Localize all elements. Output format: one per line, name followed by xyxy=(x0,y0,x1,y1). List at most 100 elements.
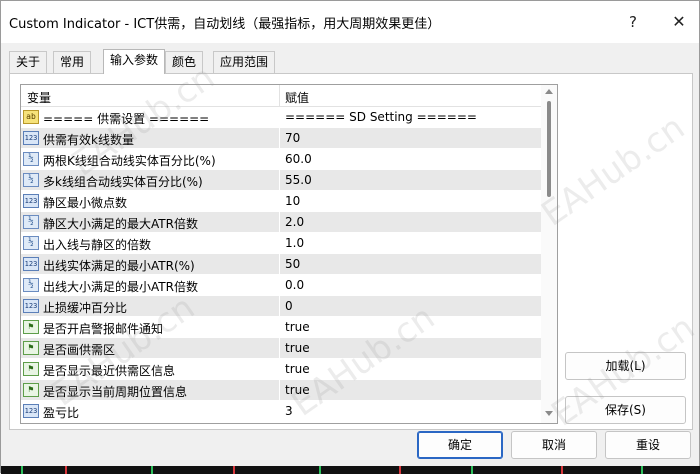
integer-type-icon: 123 xyxy=(23,194,39,208)
row-divider xyxy=(279,275,280,296)
column-divider[interactable] xyxy=(279,85,280,107)
parameters-grid: 变量 赋值 ab ===== 供需设置 ====== ====== SD Setti… xyxy=(20,84,558,424)
parameter-row[interactable]: ½ 出线大小满足的最小ATR倍数 0.0 xyxy=(21,275,541,296)
double-type-icon: ½ xyxy=(23,173,39,187)
parameter-name: 止损缓冲百分比 xyxy=(43,301,128,315)
parameter-name: 供需有效k线数量 xyxy=(43,133,134,147)
parameter-name: 是否开启警报邮件通知 xyxy=(43,322,164,336)
parameter-value[interactable]: 55.0 xyxy=(285,173,312,187)
parameter-name: 多k线组合动线实体百分比(%) xyxy=(43,175,203,189)
row-divider xyxy=(279,149,280,170)
double-type-icon: ½ xyxy=(23,215,39,229)
parameter-row[interactable]: ½ 两根K线组合动线实体百分比(%) 60.0 xyxy=(21,149,541,170)
bool-type-icon: ⚑ xyxy=(23,362,39,376)
parameter-value[interactable]: 1.0 xyxy=(285,236,304,250)
parameter-row[interactable]: ½ 多k线组合动线实体百分比(%) 55.0 xyxy=(21,170,541,191)
ok-button[interactable]: 确定 xyxy=(417,431,503,459)
tab-visualization[interactable]: 应用范围 xyxy=(213,51,276,73)
parameter-row[interactable]: ½ 出入线与静区的倍数 1.0 xyxy=(21,233,541,254)
close-button[interactable]: ✕ xyxy=(667,11,691,33)
parameter-value[interactable]: 10 xyxy=(285,194,300,208)
bool-type-icon: ⚑ xyxy=(23,341,39,355)
tab-common[interactable]: 常用 xyxy=(53,51,92,73)
parameter-name: 是否画供需区 xyxy=(43,343,116,357)
parameter-value[interactable]: 70 xyxy=(285,131,300,145)
row-divider xyxy=(279,338,280,359)
parameter-value[interactable]: ====== SD Setting ====== xyxy=(285,110,477,124)
parameter-row[interactable]: 123 供需有效k线数量 70 xyxy=(21,128,541,149)
parameter-value[interactable]: true xyxy=(285,362,310,376)
row-divider xyxy=(279,401,280,422)
parameter-row[interactable]: 123 静区最小微点数 10 xyxy=(21,191,541,212)
tab-about[interactable]: 关于 xyxy=(9,51,48,73)
load-button[interactable]: 加载(L) xyxy=(565,352,686,380)
parameter-value[interactable]: 3 xyxy=(285,404,293,418)
parameter-row[interactable]: ⚑ 是否显示当前周期位置信息 true xyxy=(21,380,541,401)
parameter-name: 静区最小微点数 xyxy=(43,196,128,210)
row-divider xyxy=(279,170,280,191)
indicator-dialog: Custom Indicator - ICT供需，自动划线（最强指标，用大周期效… xyxy=(0,0,700,474)
bool-type-icon: ⚑ xyxy=(23,383,39,397)
parameter-name: ===== 供需设置 ====== xyxy=(43,112,210,126)
cancel-button[interactable]: 取消 xyxy=(511,431,597,459)
inputs-panel: 变量 赋值 ab ===== 供需设置 ====== ====== SD Setti… xyxy=(9,73,693,430)
integer-type-icon: 123 xyxy=(23,257,39,271)
row-divider xyxy=(279,296,280,317)
row-divider xyxy=(279,128,280,149)
parameter-name: 两根K线组合动线实体百分比(%) xyxy=(43,154,216,168)
reset-button[interactable]: 重设 xyxy=(605,431,691,459)
vertical-scrollbar[interactable] xyxy=(541,85,557,423)
row-divider xyxy=(279,359,280,380)
parameter-value[interactable]: 0 xyxy=(285,299,293,313)
parameter-value[interactable]: 50 xyxy=(285,257,300,271)
parameter-value[interactable]: true xyxy=(285,341,310,355)
parameter-name: 是否显示当前周期位置信息 xyxy=(43,385,188,399)
grid-header: 变量 赋值 xyxy=(21,85,541,107)
parameter-value[interactable]: 2.0 xyxy=(285,215,304,229)
row-divider xyxy=(279,212,280,233)
column-value[interactable]: 赋值 xyxy=(285,89,309,106)
window-title: Custom Indicator - ICT供需，自动划线（最强指标，用大周期效… xyxy=(9,17,441,32)
parameter-row[interactable]: ⚑ 是否画供需区 true xyxy=(21,338,541,359)
help-button[interactable]: ? xyxy=(621,11,645,33)
title-bar[interactable]: Custom Indicator - ICT供需，自动划线（最强指标，用大周期效… xyxy=(1,1,699,43)
parameter-value[interactable]: 0.0 xyxy=(285,278,304,292)
parameter-name: 静区大小满足的最大ATR倍数 xyxy=(43,217,198,231)
string-type-icon: ab xyxy=(23,110,39,124)
tab-colors[interactable]: 颜色 xyxy=(165,51,204,73)
parameter-name: 出线大小满足的最小ATR倍数 xyxy=(43,280,198,294)
column-variable[interactable]: 变量 xyxy=(27,89,51,106)
parameter-row[interactable]: 123 止损缓冲百分比 0 xyxy=(21,296,541,317)
scroll-thumb[interactable] xyxy=(547,101,551,197)
scroll-up-icon[interactable] xyxy=(545,89,553,94)
parameter-name: 是否显示最近供需区信息 xyxy=(43,364,176,378)
scroll-down-icon[interactable] xyxy=(545,411,553,416)
bool-type-icon: ⚑ xyxy=(23,320,39,334)
parameter-row[interactable]: 123 盈亏比 3 xyxy=(21,401,541,422)
parameter-row[interactable]: ab ===== 供需设置 ====== ====== SD Setting ===… xyxy=(21,107,541,128)
row-divider xyxy=(279,107,280,128)
row-divider xyxy=(279,380,280,401)
parameter-value[interactable]: 60.0 xyxy=(285,152,312,166)
parameter-value[interactable]: true xyxy=(285,320,310,334)
parameter-name: 盈亏比 xyxy=(43,406,80,420)
row-divider xyxy=(279,254,280,275)
double-type-icon: ½ xyxy=(23,278,39,292)
save-button[interactable]: 保存(S) xyxy=(565,396,686,424)
grid-rows: ab ===== 供需设置 ====== ====== SD Setting ===… xyxy=(21,107,541,422)
row-divider xyxy=(279,191,280,212)
tab-inputs[interactable]: 输入参数 xyxy=(103,49,166,74)
parameter-value[interactable]: true xyxy=(285,383,310,397)
double-type-icon: ½ xyxy=(23,236,39,250)
double-type-icon: ½ xyxy=(23,152,39,166)
parameter-row[interactable]: ⚑ 是否开启警报邮件通知 true xyxy=(21,317,541,338)
integer-type-icon: 123 xyxy=(23,131,39,145)
parameter-row[interactable]: 123 出线实体满足的最小ATR(%) 50 xyxy=(21,254,541,275)
row-divider xyxy=(279,317,280,338)
integer-type-icon: 123 xyxy=(23,299,39,313)
parameter-row[interactable]: ⚑ 是否显示最近供需区信息 true xyxy=(21,359,541,380)
parameter-name: 出线实体满足的最小ATR(%) xyxy=(43,259,195,273)
parameter-name: 出入线与静区的倍数 xyxy=(43,238,152,252)
parameter-row[interactable]: ½ 静区大小满足的最大ATR倍数 2.0 xyxy=(21,212,541,233)
integer-type-icon: 123 xyxy=(23,404,39,418)
